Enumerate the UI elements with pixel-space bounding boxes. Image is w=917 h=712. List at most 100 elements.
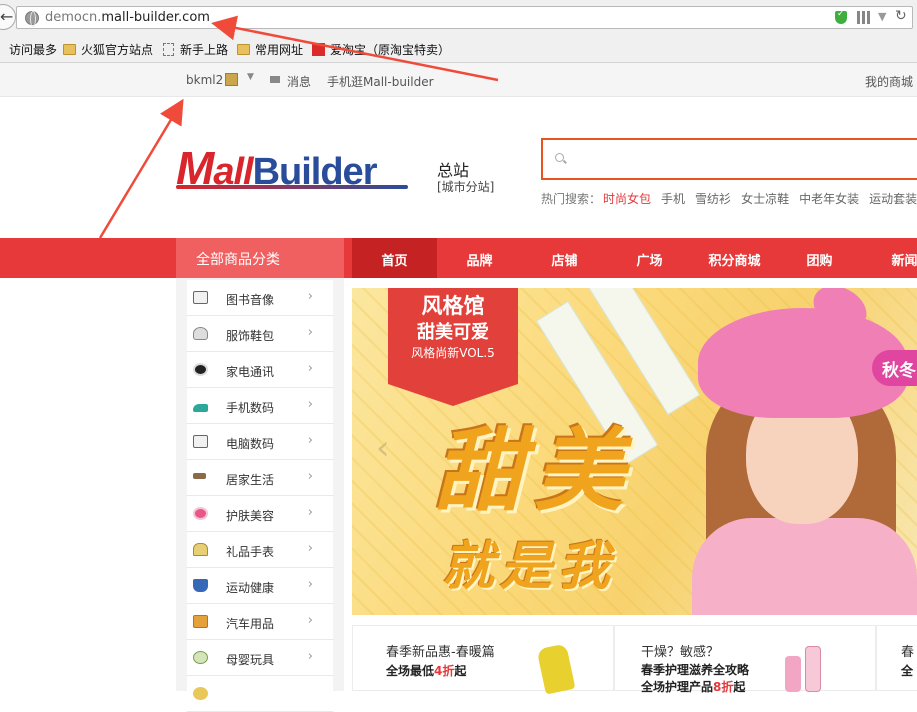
category-item[interactable]: 电脑数码 › — [187, 424, 333, 460]
hot-searches: 热门搜索： 时尚女包 手机 雪纺衫 女士凉鞋 中老年女装 运动套装 — [541, 190, 917, 207]
hot-term[interactable]: 时尚女包 — [603, 192, 651, 206]
promo-card[interactable]: 干燥？敏感？ 春季护理滋养全攻略 全场护理产品8折起 — [614, 625, 876, 694]
promo-discount: 8折 — [713, 680, 734, 694]
ribbon-title: 风格馆 — [421, 294, 485, 318]
messages-link[interactable]: 消息 — [287, 73, 311, 90]
bookmark-common-sites[interactable]: 常用网址 — [237, 41, 303, 58]
category-item[interactable]: 服饰鞋包 › — [187, 316, 333, 352]
qr-code-icon[interactable] — [857, 11, 870, 24]
username-link[interactable]: bkml2 — [186, 73, 223, 87]
chevron-right-icon: › — [307, 505, 313, 520]
bookmark-ai-taobao[interactable]: 爱淘宝（原淘宝特卖） — [312, 41, 450, 58]
promo-line: 全场护理产品8折起 — [641, 678, 745, 695]
ribbon-subtitle: 甜美可爱 — [417, 322, 489, 343]
chevron-right-icon: › — [307, 649, 313, 664]
hot-term[interactable]: 手机 — [661, 192, 685, 206]
member-level-icon — [225, 73, 238, 86]
banner-headline: 甜美 — [434, 419, 634, 524]
nav-brands[interactable]: 品牌 — [437, 238, 522, 278]
model-sweater — [692, 518, 917, 615]
chevron-right-icon: › — [307, 397, 313, 412]
promo-text: 起 — [733, 680, 746, 694]
category-label: 居家生活 — [226, 473, 275, 487]
category-item[interactable]: 家电通讯 › — [187, 352, 333, 388]
category-label: 母婴玩具 — [226, 653, 275, 667]
search-icon — [555, 153, 564, 162]
bookmarks-bar: 访问最多 火狐官方站点 新手上路 常用网址 爱淘宝（原淘宝特卖） — [0, 35, 917, 63]
category-item[interactable]: 图书音像 › — [187, 280, 333, 316]
site-logo[interactable]: MallBuilder — [176, 141, 408, 194]
mobile-link[interactable]: 手机逛Mall-builder — [327, 73, 434, 90]
my-mall-link[interactable]: 我的商城 — [865, 73, 913, 90]
curtain-icon — [193, 579, 208, 592]
main-nav: 全部商品分类 首页 品牌 店铺 广场 积分商城 团购 新闻 — [0, 238, 917, 278]
hot-term[interactable]: 中老年女装 — [799, 192, 859, 206]
hot-term[interactable]: 运动套装 — [869, 192, 917, 206]
url-text[interactable]: democn.mall-builder.com — [45, 10, 210, 25]
category-item[interactable]: 运动健康 › — [187, 568, 333, 604]
category-label: 护肤美容 — [226, 509, 275, 523]
address-field[interactable]: democn.mall-builder.com ▼ ↻ — [16, 6, 913, 29]
page-icon — [163, 43, 174, 56]
folder-icon — [237, 44, 250, 55]
bottle-image — [785, 656, 801, 692]
promo-text: 全场护理产品 — [641, 680, 714, 694]
promo-line: 春季护理滋养全攻略 — [641, 661, 749, 678]
category-item[interactable]: 汽车用品 › — [187, 604, 333, 640]
model-photo: 秋冬 — [692, 288, 917, 615]
caret-down-icon[interactable]: ▼ — [247, 72, 254, 82]
hero-banner[interactable]: 风格馆 甜美可爱 风格尚新VOL.5 甜美 就是我 ‹ 秋冬 — [352, 288, 917, 615]
folder-icon — [63, 44, 76, 55]
nav-group-buy[interactable]: 团购 — [777, 238, 862, 278]
city-branch-link[interactable]: [城市分站] — [437, 178, 494, 195]
bookmark-label: 常用网址 — [255, 43, 304, 57]
shield-icon[interactable] — [835, 9, 847, 24]
reload-icon[interactable]: ↻ — [895, 8, 907, 24]
back-button[interactable] — [0, 4, 16, 30]
all-categories-button[interactable]: 全部商品分类 — [176, 238, 344, 278]
autumn-tag: 秋冬 — [872, 350, 917, 386]
promo-title: 春 — [901, 645, 915, 660]
promo-card[interactable]: 春季新品惠-春暖篇 全场最低4折起 — [352, 625, 614, 695]
category-list: 图书音像 › 服饰鞋包 › 家电通讯 › 手机数码 › 电脑数码 › 居家生活 › 护肤美容… — [176, 278, 344, 712]
hairdryer-icon — [193, 473, 206, 479]
promo-card[interactable]: 春 全 — [876, 625, 917, 691]
category-item[interactable]: 礼品手表 › — [187, 532, 333, 568]
nav-home[interactable]: 首页 — [352, 238, 437, 278]
promo-title: 春季新品惠-春暖篇 — [386, 645, 495, 660]
promo-text: 起 — [454, 664, 467, 678]
bookmark-label: 访问最多 — [9, 43, 58, 57]
category-item[interactable]: 居家生活 › — [187, 460, 333, 496]
chevron-right-icon: › — [307, 613, 313, 628]
chevron-left-icon[interactable]: ‹ — [376, 428, 390, 468]
nav-square[interactable]: 广场 — [607, 238, 692, 278]
category-label: 手机数码 — [226, 401, 275, 415]
globe-icon — [25, 11, 39, 27]
search-input[interactable] — [573, 148, 913, 170]
camera-icon — [193, 291, 208, 304]
nav-stores[interactable]: 店铺 — [522, 238, 607, 278]
bookmark-most-visited[interactable]: 访问最多 — [9, 41, 57, 58]
bookmark-firefox-site[interactable]: 火狐官方站点 — [63, 41, 153, 58]
hot-searches-label: 热门搜索： — [541, 192, 602, 206]
category-item[interactable]: 护肤美容 › — [187, 496, 333, 532]
promo-line: 全场最低4折起 — [386, 662, 466, 679]
category-item[interactable]: 手机数码 › — [187, 388, 333, 424]
category-item[interactable]: 母婴玩具 › — [187, 640, 333, 676]
chevron-right-icon: › — [307, 325, 313, 340]
car-seat-icon — [193, 615, 208, 628]
bookmark-getting-started[interactable]: 新手上路 — [163, 41, 228, 58]
nav-news[interactable]: 新闻 — [862, 238, 917, 278]
food-icon — [193, 687, 208, 700]
bookmark-label: 爱淘宝（原淘宝特卖） — [330, 43, 451, 57]
nav-points-mall[interactable]: 积分商城 — [692, 238, 777, 278]
promo-text: 全场最低 — [386, 664, 435, 678]
hot-term[interactable]: 女士凉鞋 — [741, 192, 789, 206]
hot-term[interactable]: 雪纺衫 — [695, 192, 731, 206]
style-hall-ribbon: 风格馆 甜美可爱 风格尚新VOL.5 — [388, 288, 518, 406]
bottle-image — [805, 646, 821, 692]
category-label: 运动健康 — [226, 581, 275, 595]
chevron-down-icon[interactable]: ▼ — [878, 10, 886, 23]
category-item[interactable] — [187, 676, 333, 712]
category-label: 汽车用品 — [226, 617, 275, 631]
